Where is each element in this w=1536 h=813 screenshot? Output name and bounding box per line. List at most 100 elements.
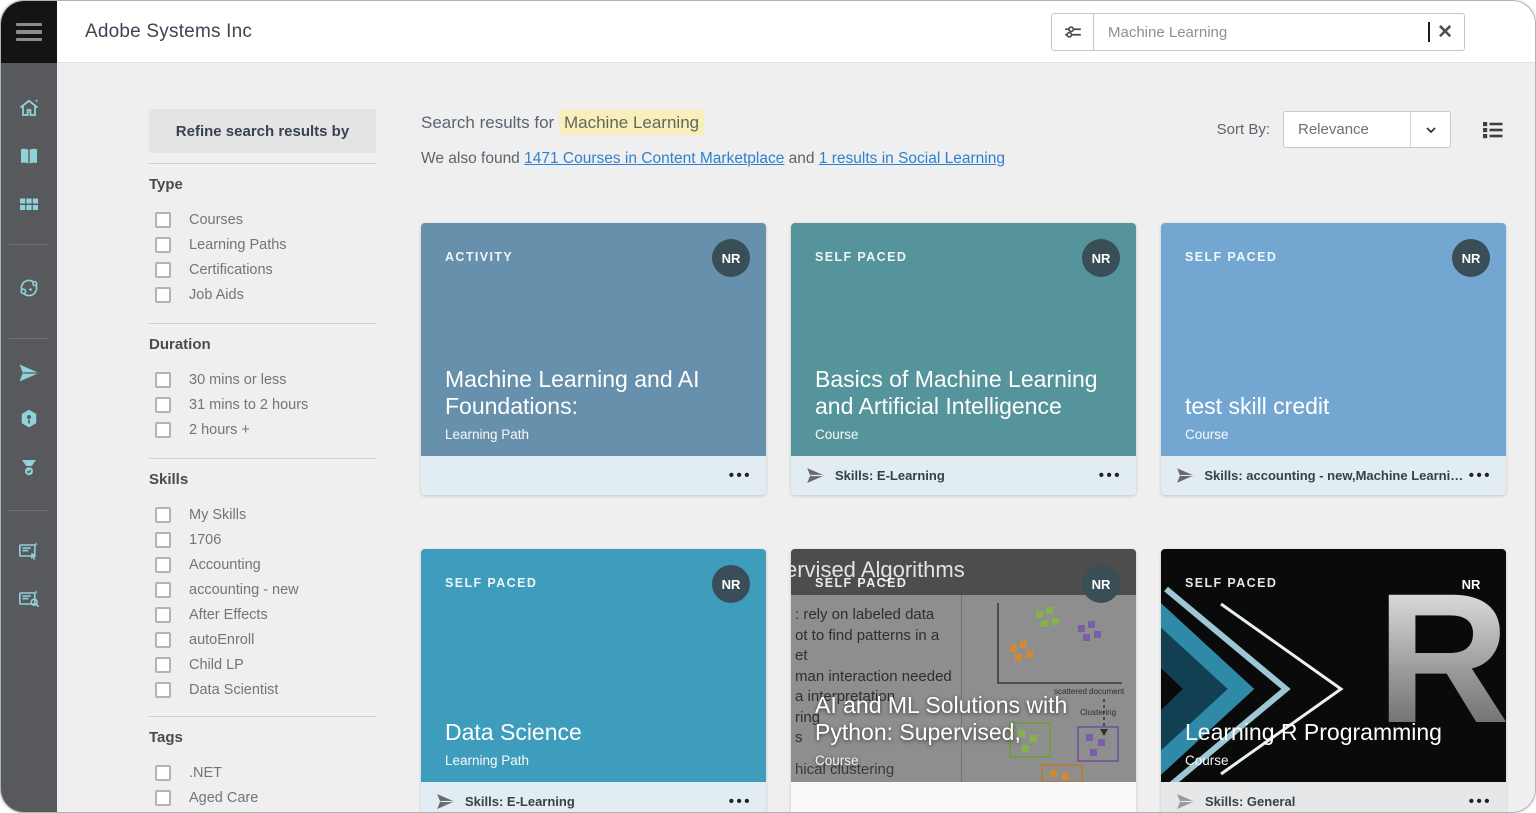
filter-option-31-mins-2-hours[interactable]: 31 mins to 2 hours [149, 392, 376, 417]
card-type-badge: ACTIVITY [445, 250, 514, 264]
card-skills: Skills: E-Learning [465, 794, 575, 809]
card-title: Basics of Machine Learning and Artificia… [815, 365, 1098, 419]
rating-badge: NR [712, 565, 750, 603]
checkbox[interactable] [155, 396, 171, 413]
clear-search-icon[interactable]: ✕ [1437, 23, 1453, 42]
more-options-icon[interactable]: ••• [729, 793, 752, 810]
filter-option-data-scientist[interactable]: Data Scientist [149, 677, 376, 702]
search-filter-button[interactable] [1052, 14, 1094, 50]
send-icon [1177, 794, 1195, 809]
filter-option-my-skills[interactable]: My Skills [149, 502, 376, 527]
sort-area: Sort By: Relevance [1217, 111, 1505, 148]
checkbox[interactable] [155, 789, 171, 806]
filter-option-accounting-new[interactable]: accounting - new [149, 577, 376, 602]
checkbox[interactable] [155, 286, 171, 303]
also-found-line: We also found 1471 Courses in Content Ma… [421, 150, 1005, 167]
filter-option-child-lp[interactable]: Child LP [149, 652, 376, 677]
filter-option-aged-care[interactable]: Aged Care [149, 785, 376, 810]
card-footer: Skills: General ••• [1161, 782, 1506, 812]
card-footer: Skills: E-Learning ••• [421, 782, 766, 812]
card-footer: Skills: E-Learning ••• [791, 456, 1136, 495]
more-options-icon[interactable]: ••• [729, 467, 752, 484]
course-card-test-skill-credit[interactable]: SELF PACED NR test skill credit Course S… [1161, 223, 1506, 495]
filter-option-job-aids[interactable]: Job Aids [149, 282, 376, 307]
card-type-badge: SELF PACED [1185, 576, 1278, 590]
checkbox[interactable] [155, 506, 171, 523]
social-learning-icon[interactable] [17, 276, 41, 300]
card-title: Machine Learning and AI Foundations: [445, 365, 700, 419]
checkbox[interactable] [155, 656, 171, 673]
filter-option-autoenroll[interactable]: autoEnroll [149, 627, 376, 652]
filter-option-after-effects[interactable]: After Effects [149, 602, 376, 627]
card-subtitle: Course [815, 427, 859, 442]
social-learning-link[interactable]: 1 results in Social Learning [819, 150, 1005, 167]
skills-icon[interactable] [17, 361, 41, 385]
query-highlight: Machine Learning [558, 110, 705, 135]
section-divider [149, 163, 376, 164]
filter-option-1706[interactable]: 1706 [149, 527, 376, 552]
checkbox[interactable] [155, 236, 171, 253]
course-card-ai-ml-python[interactable]: ervised Algorithms : rely on labeled dat… [791, 549, 1136, 812]
badges-icon[interactable] [17, 407, 41, 431]
more-options-icon[interactable]: ••• [1099, 467, 1122, 484]
card-type-badge: SELF PACED [1185, 250, 1278, 264]
filter-option-learning-paths[interactable]: Learning Paths [149, 232, 376, 257]
card-type-badge: SELF PACED [815, 250, 908, 264]
filter-option-certifications[interactable]: Certifications [149, 257, 376, 282]
checkbox[interactable] [155, 581, 171, 598]
announcement-board-icon[interactable] [17, 539, 41, 563]
text-caret [1428, 22, 1431, 42]
my-learning-icon[interactable] [17, 144, 41, 168]
course-card-basics-ml-ai[interactable]: SELF PACED NR Basics of Machine Learning… [791, 223, 1136, 495]
card-thumbnail: ervised Algorithms : rely on labeled dat… [791, 549, 1136, 782]
more-options-icon[interactable]: ••• [1469, 467, 1492, 484]
card-thumbnail: SELF PACED NR Data Science Learning Path [421, 549, 766, 782]
list-view-icon [1483, 121, 1503, 138]
search-input[interactable] [1094, 23, 1429, 41]
rating-badge: NR [1452, 239, 1490, 277]
card-title: Learning R Programming [1185, 718, 1442, 745]
checkbox[interactable] [155, 681, 171, 698]
filter-section-title-duration: Duration [149, 336, 211, 353]
catalog-icon[interactable] [17, 192, 41, 216]
filter-option-dotnet[interactable]: .NET [149, 760, 376, 785]
checkbox[interactable] [155, 556, 171, 573]
rating-badge: NR [1461, 576, 1481, 592]
hamburger-menu-button[interactable] [1, 1, 57, 63]
card-title: test skill credit [1185, 392, 1330, 419]
list-view-button[interactable] [1481, 118, 1505, 142]
checkbox[interactable] [155, 606, 171, 623]
board-search-icon[interactable] [17, 587, 41, 611]
more-options-icon[interactable]: ••• [1469, 793, 1492, 810]
leaderboard-icon[interactable] [17, 455, 41, 479]
course-card-data-science[interactable]: SELF PACED NR Data Science Learning Path… [421, 549, 766, 812]
checkbox[interactable] [155, 371, 171, 388]
send-icon [437, 794, 455, 809]
home-icon[interactable] [17, 96, 41, 120]
checkbox[interactable] [155, 211, 171, 228]
card-type-badge: SELF PACED [445, 576, 538, 590]
app-window: Adobe Systems Inc ✕ [0, 0, 1536, 813]
card-subtitle: Learning Path [445, 753, 530, 768]
filter-option-2-hours-plus[interactable]: 2 hours + [149, 417, 376, 442]
course-card-learning-r[interactable]: R SELF PACED NR Learning R Programming C… [1161, 549, 1506, 812]
card-skills: Skills: accounting - new,Machine Learnin… [1204, 468, 1469, 483]
filter-option-accounting[interactable]: Accounting [149, 552, 376, 577]
filter-section-title-skills: Skills [149, 471, 189, 488]
checkbox[interactable] [155, 764, 171, 781]
search-results-heading: Search results for Machine Learning [421, 110, 1121, 135]
checkbox[interactable] [155, 631, 171, 648]
card-thumbnail: SELF PACED NR test skill credit Course [1161, 223, 1506, 456]
nav-divider [9, 338, 49, 339]
checkbox[interactable] [155, 421, 171, 438]
checkbox[interactable] [155, 261, 171, 278]
card-subtitle: Course [815, 753, 859, 768]
course-card-ml-ai-foundations[interactable]: ACTIVITY NR Machine Learning and AI Foun… [421, 223, 766, 495]
filter-option-courses[interactable]: Courses [149, 207, 376, 232]
sliders-icon [1064, 26, 1081, 38]
marketplace-link[interactable]: 1471 Courses in Content Marketplace [524, 150, 784, 167]
send-icon [1177, 468, 1194, 483]
filter-option-30-mins[interactable]: 30 mins or less [149, 367, 376, 392]
sort-dropdown[interactable]: Relevance [1283, 111, 1451, 148]
checkbox[interactable] [155, 531, 171, 548]
